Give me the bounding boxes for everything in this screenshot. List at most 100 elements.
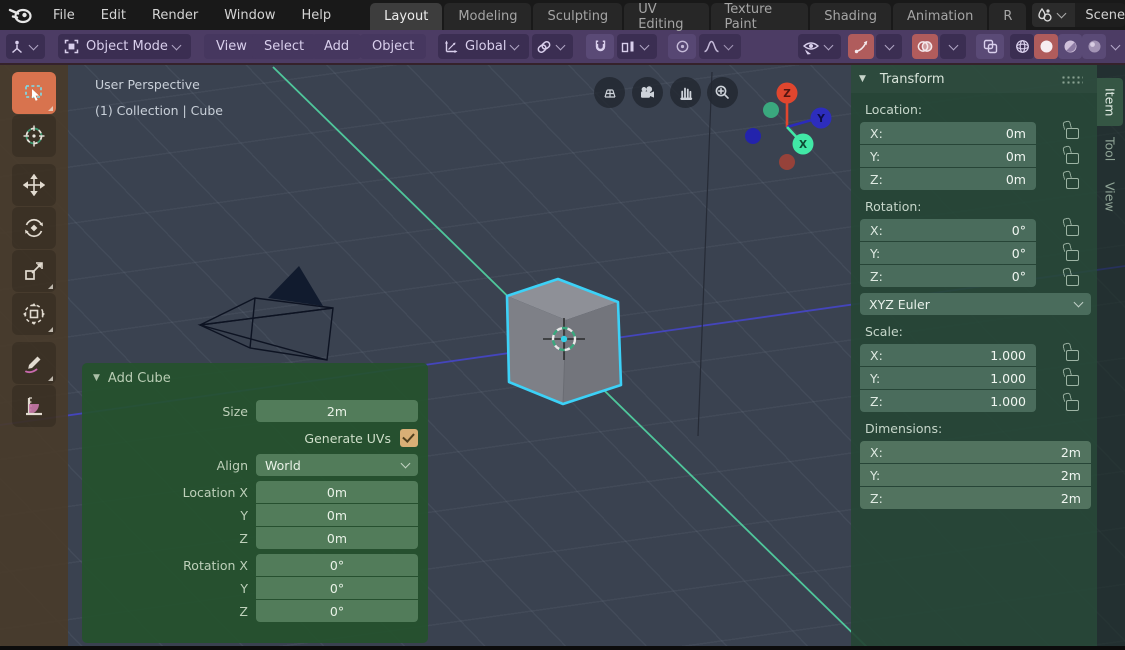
unlock-icon[interactable] — [1066, 128, 1079, 139]
overlays-dropdown[interactable] — [940, 34, 966, 59]
move-view-button[interactable] — [670, 77, 701, 108]
gizmo-z-ball[interactable]: Z — [777, 83, 798, 104]
snap-target-dropdown[interactable] — [532, 34, 573, 59]
size-label: Size — [82, 404, 256, 419]
workspace-tab-layout[interactable]: Layout — [370, 3, 442, 30]
rotate-tool[interactable] — [12, 207, 56, 249]
unlock-icon[interactable] — [1066, 375, 1079, 386]
shading-solid-button[interactable] — [1034, 34, 1058, 59]
menu-file[interactable]: File — [40, 0, 88, 30]
location-x-field[interactable]: X:0m — [860, 122, 1036, 144]
workspace-tab-shading[interactable]: Shading — [810, 3, 891, 30]
scale-z-field[interactable]: Z:1.000 — [860, 390, 1036, 412]
mode-dropdown[interactable]: Object Mode — [58, 34, 191, 59]
generate-uvs-checkbox[interactable] — [400, 429, 418, 447]
unlock-icon[interactable] — [1066, 178, 1079, 189]
gizmo-neg-z-ball[interactable] — [779, 154, 795, 170]
shading-material-button[interactable] — [1058, 34, 1082, 59]
sidebar-transform-panel: ▼ Transform Location: X:0m Y:0m Z:0m Rot… — [851, 65, 1097, 650]
workspace-tab-sculpting[interactable]: Sculpting — [533, 3, 622, 30]
scene-name-field[interactable]: Scene — [1075, 3, 1125, 27]
workspace-tab-modeling[interactable]: Modeling — [444, 3, 531, 30]
gizmo-neg-y-ball[interactable] — [745, 128, 761, 144]
shading-rendered-button[interactable] — [1082, 34, 1106, 59]
shading-wireframe-button[interactable] — [1010, 34, 1034, 59]
unlock-icon[interactable] — [1066, 225, 1079, 236]
transform-panel-header[interactable]: ▼ Transform — [851, 65, 1097, 93]
shading-dropdown[interactable] — [1106, 34, 1124, 59]
annotate-tool[interactable] — [12, 342, 56, 384]
unlock-icon[interactable] — [1066, 350, 1079, 361]
rotation-z-field[interactable]: Z 0° — [256, 600, 418, 622]
select-box-tool[interactable] — [12, 72, 56, 114]
rotation-mode-dropdown[interactable]: XYZ Euler — [860, 293, 1091, 315]
sidebar-tab-view[interactable]: View — [1097, 172, 1123, 222]
measure-tool[interactable] — [12, 385, 56, 427]
dimensions-z-field[interactable]: Z:2m — [860, 487, 1091, 509]
xray-toggle[interactable] — [976, 34, 1004, 59]
scene-browse-button[interactable] — [1032, 3, 1075, 27]
camera-view-button[interactable] — [632, 77, 663, 108]
size-field[interactable]: 2m — [256, 400, 418, 422]
location-z-field[interactable]: Z 0m — [256, 527, 418, 549]
location-y-field[interactable]: Y 0m — [256, 504, 418, 526]
workspace-tab-uv-editing[interactable]: UV Editing — [624, 3, 708, 30]
location-y-field[interactable]: Y:0m — [860, 145, 1036, 167]
proportional-editing-toggle[interactable] — [668, 34, 696, 59]
hand-icon — [678, 85, 694, 101]
proportional-falloff-dropdown[interactable] — [699, 34, 741, 59]
workspace-tab-rendering-truncated[interactable]: R — [989, 3, 1026, 30]
location-section-label: Location: — [865, 102, 1097, 117]
rendered-sphere-icon — [1087, 39, 1102, 54]
menu-select[interactable]: Select — [252, 34, 316, 59]
unlock-icon[interactable] — [1066, 250, 1079, 261]
snap-toggle-button[interactable] — [586, 34, 614, 59]
unlock-icon[interactable] — [1066, 400, 1079, 411]
move-tool[interactable] — [12, 164, 56, 206]
scale-y-field[interactable]: Y:1.000 — [860, 367, 1036, 389]
rotation-z-field[interactable]: Z:0° — [860, 265, 1036, 287]
rotation-y-field[interactable]: Y 0° — [256, 577, 418, 599]
menu-edit[interactable]: Edit — [88, 0, 139, 30]
gizmo-neg-x-ball[interactable] — [763, 102, 779, 118]
operator-panel-header[interactable]: ▼ Add Cube — [82, 363, 428, 393]
menu-window[interactable]: Window — [211, 0, 288, 30]
show-overlays-toggle[interactable] — [912, 34, 938, 59]
snap-mode-dropdown[interactable] — [617, 34, 657, 59]
menu-help[interactable]: Help — [289, 0, 345, 30]
scale-tool[interactable] — [12, 250, 56, 292]
transform-tool[interactable] — [12, 293, 56, 335]
menu-view[interactable]: View — [204, 34, 259, 59]
sidebar-tab-tool[interactable]: Tool — [1097, 127, 1123, 171]
dimensions-y-field[interactable]: Y:2m — [860, 464, 1091, 486]
navigation-gizmo[interactable]: Z Y X — [735, 75, 845, 180]
unlock-icon[interactable] — [1066, 153, 1079, 164]
panel-grip-icon[interactable] — [1061, 75, 1083, 84]
menu-object[interactable]: Object — [360, 34, 426, 59]
show-gizmo-toggle[interactable] — [848, 34, 874, 59]
object-visibility-dropdown[interactable] — [798, 34, 841, 59]
rotation-y-field[interactable]: Y:0° — [860, 242, 1036, 264]
viewport-header-bar: Object Mode View Select Add Object Globa… — [0, 30, 1125, 63]
transform-orientation-dropdown[interactable]: Global — [438, 34, 529, 59]
cursor-tool[interactable] — [12, 115, 56, 157]
gizmo-y-ball[interactable]: Y — [811, 108, 832, 129]
align-dropdown[interactable]: World — [256, 454, 418, 476]
rotation-x-field[interactable]: X:0° — [860, 219, 1036, 241]
menu-render[interactable]: Render — [139, 0, 211, 30]
gizmo-x-ball[interactable]: X — [793, 134, 814, 155]
location-z-field[interactable]: Z:0m — [860, 168, 1036, 190]
dimensions-x-field[interactable]: X:2m — [860, 441, 1091, 463]
menu-add[interactable]: Add — [312, 34, 361, 59]
workspace-tab-animation[interactable]: Animation — [893, 3, 987, 30]
editor-type-button[interactable] — [6, 34, 45, 59]
unlock-icon[interactable] — [1066, 275, 1079, 286]
sidebar-tab-item[interactable]: Item — [1097, 78, 1123, 126]
scale-x-field[interactable]: X:1.000 — [860, 344, 1036, 366]
zoom-view-button[interactable] — [707, 77, 738, 108]
rotation-x-field[interactable]: Rotation X 0° — [256, 554, 418, 576]
perspective-toggle-button[interactable] — [594, 77, 625, 108]
gizmo-dropdown[interactable] — [876, 34, 902, 59]
location-x-field[interactable]: Location X 0m — [256, 481, 418, 503]
workspace-tab-texture-paint[interactable]: Texture Paint — [711, 3, 809, 30]
